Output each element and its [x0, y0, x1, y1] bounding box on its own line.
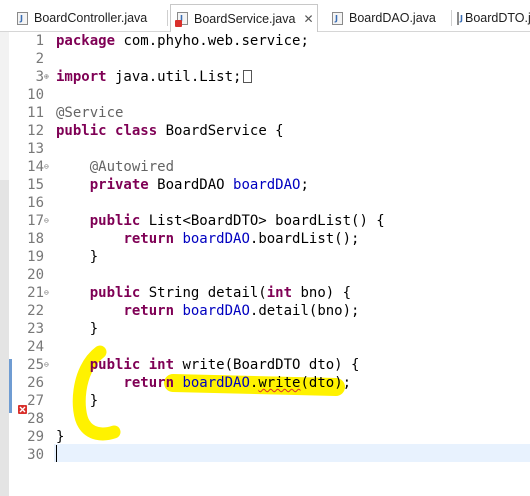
expand-fold-icon[interactable]: ⊕ — [44, 68, 49, 86]
line-number: 26 — [27, 375, 44, 391]
line-number: 16 — [27, 195, 44, 211]
code-line: return boardDAO.write(dto); — [123, 375, 352, 391]
java-file-icon: J — [457, 11, 463, 25]
code-line: import java.util.List; — [56, 68, 253, 86]
code-line: private BoardDAO boardDAO; — [89, 177, 309, 193]
overview-ruler — [9, 32, 17, 496]
line-number: 28 — [27, 411, 44, 427]
line-number: 20 — [27, 267, 44, 283]
line-number: 30 — [27, 447, 44, 463]
text-caret — [56, 445, 57, 462]
java-file-icon: J — [17, 11, 28, 25]
code-line: @Autowired — [56, 159, 175, 175]
tab-label: BoardService.java — [194, 11, 296, 26]
line-number: 1 — [35, 33, 44, 49]
line-number: 18 — [27, 231, 44, 247]
side-panel-edge — [0, 32, 9, 496]
line-number: 2 — [35, 51, 44, 67]
line-number: 23 — [27, 321, 44, 337]
tab-label: BoardDAO.java — [349, 11, 436, 25]
line-number: 13 — [27, 141, 44, 157]
line-number: 11 — [27, 105, 44, 121]
collapsed-imports-icon[interactable] — [243, 70, 253, 83]
highlighter-annotation — [72, 345, 345, 441]
line-number: 24 — [27, 339, 44, 355]
code-line: return boardDAO.boardList(); — [123, 231, 360, 247]
code-line: public List<BoardDTO> boardList() { — [89, 213, 385, 229]
code-line: return boardDAO.detail(bno); — [123, 303, 360, 319]
code-line: package com.phyho.web.service; — [56, 33, 309, 49]
collapse-fold-icon[interactable]: ⊖ — [44, 284, 49, 302]
line-number: 22 — [27, 303, 44, 319]
line-number: 29 — [27, 429, 44, 445]
tab-board-dto[interactable]: J BoardDTO.j — [455, 4, 530, 32]
code-line: public class BoardService { — [56, 123, 284, 139]
line-number: 19 — [27, 249, 44, 265]
editor-tab-bar: J BoardController.java J BoardService.ja… — [0, 0, 530, 32]
collapse-fold-icon[interactable]: ⊖ — [44, 356, 49, 374]
line-number: 12 — [27, 123, 44, 139]
code-line: public String detail(int bno) { — [89, 285, 352, 301]
code-line: } — [56, 393, 99, 409]
line-number: 25 — [27, 357, 44, 373]
tab-board-service[interactable]: J BoardService.java ✕ — [170, 4, 318, 32]
tab-label: BoardDTO.j — [465, 11, 530, 25]
code-line: } — [56, 321, 99, 337]
line-number: 27 — [27, 393, 44, 409]
tab-label: BoardController.java — [34, 11, 148, 25]
line-number: 14 — [27, 159, 44, 175]
collapse-fold-icon[interactable]: ⊖ — [44, 158, 49, 176]
tab-board-dao[interactable]: J BoardDAO.java — [326, 4, 452, 32]
line-number: 21 — [27, 285, 44, 301]
close-icon[interactable]: ✕ — [303, 12, 313, 26]
collapse-fold-icon[interactable]: ⊖ — [44, 212, 49, 230]
change-marker — [9, 359, 12, 413]
tab-board-controller[interactable]: J BoardController.java — [17, 4, 168, 32]
java-file-icon: J — [332, 11, 343, 25]
line-number: 17 — [27, 213, 44, 229]
error-marker-icon[interactable] — [18, 405, 27, 414]
code-line: @Service — [56, 105, 124, 121]
code-line: public int write(BoardDTO dto) { — [89, 357, 360, 373]
code-line: } — [56, 249, 99, 265]
line-number: 15 — [27, 177, 44, 193]
line-number-gutter: 1 2 3 ⊕ 10 11 12 13 14 ⊖ 15 16 17 ⊖ 18 1… — [17, 32, 54, 496]
line-number: 3 — [35, 69, 44, 85]
java-file-error-icon: J — [175, 12, 188, 27]
line-number: 10 — [27, 87, 44, 103]
code-editor[interactable]: package com.phyho.web.service; import ja… — [54, 32, 530, 496]
code-line: } — [56, 429, 65, 445]
